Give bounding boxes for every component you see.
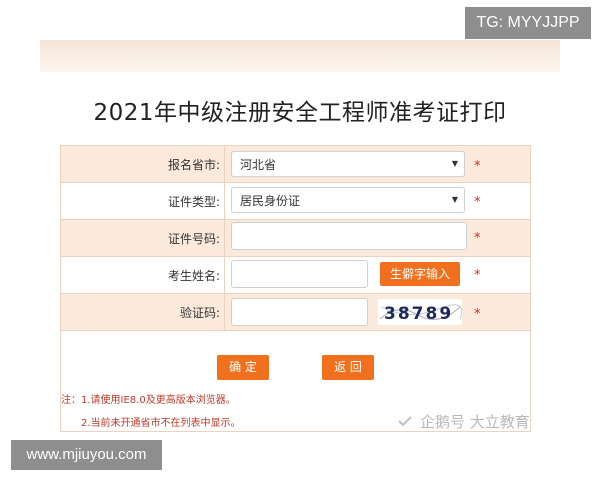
required-mark: * (474, 231, 481, 246)
site-badge: www.mjiuyou.com (11, 440, 162, 470)
id-type-label: 证件类型: (61, 183, 225, 219)
rare-char-button[interactable]: 生僻字输入 (380, 262, 460, 286)
required-mark: * (474, 195, 481, 210)
province-label: 报名省市: (61, 146, 225, 182)
watermark-icon (398, 416, 412, 427)
captcha-label: 验证码: (61, 294, 225, 330)
id-number-label: 证件号码: (61, 220, 225, 256)
chevron-down-icon: ▼ (451, 159, 458, 168)
captcha-text: 38789 (384, 304, 453, 324)
id-type-select[interactable]: 居民身份证 ▼ (231, 187, 465, 213)
required-mark: * (474, 159, 481, 174)
province-select[interactable]: 河北省 ▼ (231, 151, 465, 177)
back-button[interactable]: 返 回 (322, 355, 374, 380)
name-input[interactable] (231, 260, 368, 288)
tg-badge: TG: MYYJJPP (465, 7, 591, 39)
required-mark: * (474, 268, 481, 283)
captcha-input[interactable] (231, 298, 368, 326)
captcha-image[interactable]: 38789 (378, 299, 462, 325)
watermark-text: 企鹅号 大立教育 (420, 413, 530, 431)
id-number-input[interactable] (231, 222, 467, 250)
province-value: 河北省 (240, 157, 277, 172)
confirm-button[interactable]: 确 定 (217, 355, 269, 380)
note-browser: 注：1.请使用IE8.0及更高版本浏览器。 (61, 395, 236, 406)
name-label: 考生姓名: (61, 257, 225, 293)
id-type-value: 居民身份证 (240, 193, 301, 208)
chevron-down-icon: ▼ (451, 195, 458, 204)
header-band (40, 40, 560, 72)
page-title: 2021年中级注册安全工程师准考证打印 (93, 100, 507, 126)
note-province: 2.当前未开通省市不在列表中显示。 (81, 418, 241, 429)
required-mark: * (474, 307, 481, 322)
